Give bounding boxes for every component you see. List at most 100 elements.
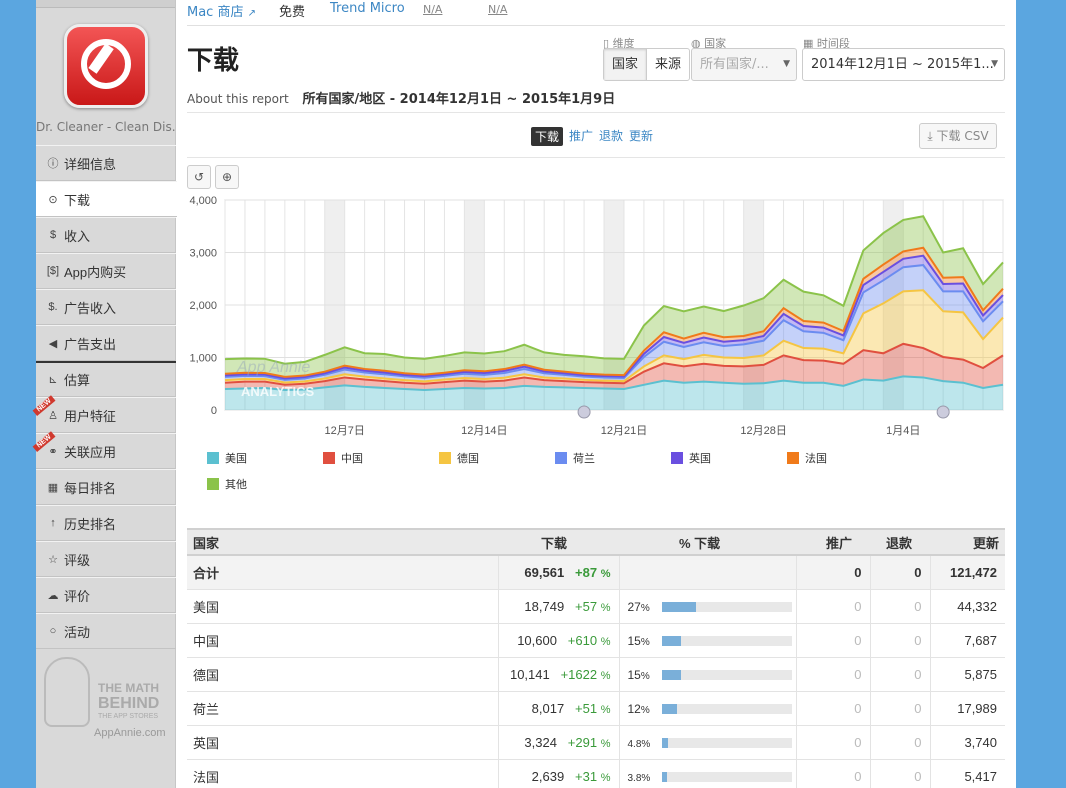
refunds-cell: 0 [870, 691, 931, 726]
sidebar-item[interactable]: ⊙ 下载 [36, 181, 185, 217]
total-updates: 121,472 [930, 555, 1005, 590]
country-cell[interactable]: 法国 [187, 759, 499, 788]
change-unit: % [600, 635, 611, 648]
legend-item[interactable]: 荷兰 [555, 450, 595, 466]
sidebar-item[interactable]: ⓘ 详细信息 [36, 145, 176, 181]
sidebar-item[interactable]: ⊾ 估算 [36, 361, 176, 397]
x-tick-label: 12月28日 [740, 425, 786, 437]
metric-tabs: 下载 推广 退款 更新 [531, 127, 653, 146]
sidebar-item-label: 历史排名 [64, 516, 117, 532]
change-unit: % [600, 601, 611, 614]
col-refunds[interactable]: 退款 [870, 528, 930, 556]
sidebar-item[interactable]: $ 收入 [36, 217, 176, 253]
downloads-cell: 2,639 +31 % [498, 759, 620, 788]
legend-label: 中国 [341, 452, 363, 465]
legend-item[interactable]: 美国 [207, 450, 247, 466]
dimension-source-button[interactable]: 来源 [647, 49, 689, 80]
sidebar-item[interactable]: ☁ 评价 [36, 577, 176, 613]
store-link[interactable]: Mac 商店 ↗ [187, 1, 256, 20]
change-value: +31 [575, 768, 598, 784]
y-tick-label: 3,000 [189, 248, 217, 260]
download-icon: ⤓ [927, 129, 933, 143]
about-report-link[interactable]: About this report [187, 92, 289, 106]
legend-item[interactable]: 中国 [323, 450, 363, 466]
app-name[interactable]: Dr. Cleaner - Clean Dis... [36, 120, 176, 134]
pct-bar [661, 738, 792, 749]
updates-cell: 17,989 [930, 691, 1005, 726]
col-downloads[interactable]: 下载 [498, 528, 619, 556]
sidebar-nav: ⓘ 详细信息 ⊙ 下载 $ 收入 [$] App内购买 $. 广告收入 ◀ 广告支出 ⊾ 估算 ♙ 用户特征 N… [32, 145, 185, 649]
legend-item[interactable]: 法国 [787, 450, 827, 466]
tab-updates[interactable]: 更新 [629, 127, 653, 146]
reset-zoom-button[interactable]: ↺ [187, 165, 211, 189]
promo-line2: BEHIND [98, 695, 160, 712]
country-cell[interactable]: 美国 [187, 589, 499, 624]
table-row[interactable]: 法国 2,639 +31 % 3.8% 0 0 5,417 [187, 759, 1005, 788]
table-row[interactable]: 中国 10,600 +610 % 15% 0 0 7,687 [187, 623, 1005, 658]
comment-icon: ○ [49, 625, 57, 637]
country-select[interactable]: 所有国家/... ▼ [691, 48, 797, 81]
sidebar-item[interactable]: ◀ 广告支出 [36, 325, 176, 361]
col-pct-downloads[interactable]: % 下载 [619, 528, 796, 556]
annotation-marker[interactable] [577, 405, 591, 419]
pct-cell: 4.8% [619, 725, 797, 760]
pct-number: 12 [627, 701, 641, 716]
promo-cell: 0 [796, 759, 871, 788]
sidebar-item[interactable]: ☆ 评级 [36, 541, 176, 577]
table-row[interactable]: 荷兰 8,017 +51 % 12% 0 0 17,989 [187, 691, 1005, 726]
sidebar-item[interactable]: ○ 活动 [36, 613, 176, 649]
dimension-country-button[interactable]: 国家 [604, 49, 648, 80]
sidebar-item[interactable]: ↑ 历史排名 [36, 505, 176, 541]
pct-bar [661, 670, 792, 681]
tab-refunds[interactable]: 退款 [599, 127, 623, 146]
sidebar-item[interactable]: ▦ 每日排名 [36, 469, 176, 505]
table-row[interactable]: 美国 18,749 +57 % 27% 0 0 44,332 [187, 589, 1005, 624]
tab-promo[interactable]: 推广 [569, 127, 593, 146]
annotation-marker[interactable] [936, 405, 950, 419]
pct-number: 4.8 [627, 738, 642, 750]
period-select-value: 2014年12月1日 ~ 2015年1... [811, 57, 994, 72]
publisher-link[interactable]: Trend Micro [330, 1, 405, 16]
zoom-button[interactable]: ⊕ [215, 165, 239, 189]
downloads-value: 10,600 [517, 632, 557, 648]
table-row[interactable]: 英国 3,324 +291 % 4.8% 0 0 3,740 [187, 725, 1005, 760]
country-cell[interactable]: 英国 [187, 725, 499, 760]
pct-value: 15% [628, 668, 656, 682]
pct-bar [661, 704, 792, 715]
promo-line1: THE MATH [98, 681, 160, 695]
pct-cell: 3.8% [619, 759, 797, 788]
promo-banner[interactable]: THE MATH BEHIND THE APP STORES AppAnnie.… [44, 655, 170, 745]
watermark-logo: App Annie [236, 359, 310, 376]
country-cell[interactable]: 德国 [187, 657, 499, 692]
downloads-value: 3,324 [524, 734, 557, 750]
country-cell[interactable]: 荷兰 [187, 691, 499, 726]
sidebar-top [36, 0, 175, 8]
legend-label: 美国 [225, 452, 247, 465]
pct-bar-fill [661, 636, 681, 647]
sidebar-item[interactable]: ♙ 用户特征 NEW [32, 394, 176, 433]
promo-cell: 0 [796, 623, 871, 658]
col-country[interactable]: 国家 [187, 528, 498, 556]
table-row[interactable]: 德国 10,141 +1622 % 15% 0 0 5,875 [187, 657, 1005, 692]
y-tick-label: 1,000 [189, 353, 217, 365]
app-icon[interactable] [64, 24, 148, 108]
updates-cell: 44,332 [930, 589, 1005, 624]
sidebar-item[interactable]: $. 广告收入 [36, 289, 176, 325]
legend-item[interactable]: 英国 [671, 450, 711, 466]
sidebar-item[interactable]: ⚭ 关联应用 NEW [32, 430, 176, 469]
download-csv-button[interactable]: ⤓ 下载 CSV [919, 123, 997, 149]
sidebar-item[interactable]: [$] App内购买 [36, 253, 176, 289]
sidebar-item-label: 收入 [64, 228, 91, 244]
col-promo[interactable]: 推广 [796, 528, 870, 556]
x-tick-label: 12月21日 [601, 425, 647, 437]
legend-item[interactable]: 其他 [207, 476, 247, 492]
legend-label: 法国 [805, 452, 827, 465]
legend-item[interactable]: 德国 [439, 450, 479, 466]
country-cell[interactable]: 中国 [187, 623, 499, 658]
col-updates[interactable]: 更新 [930, 528, 1005, 556]
tab-downloads[interactable]: 下载 [531, 127, 564, 146]
calendar-icon: ▦ [47, 481, 59, 494]
period-select[interactable]: 2014年12月1日 ~ 2015年1... ▼ [802, 48, 1005, 81]
total-promo: 0 [796, 555, 871, 590]
pct-value: 15% [628, 634, 656, 648]
